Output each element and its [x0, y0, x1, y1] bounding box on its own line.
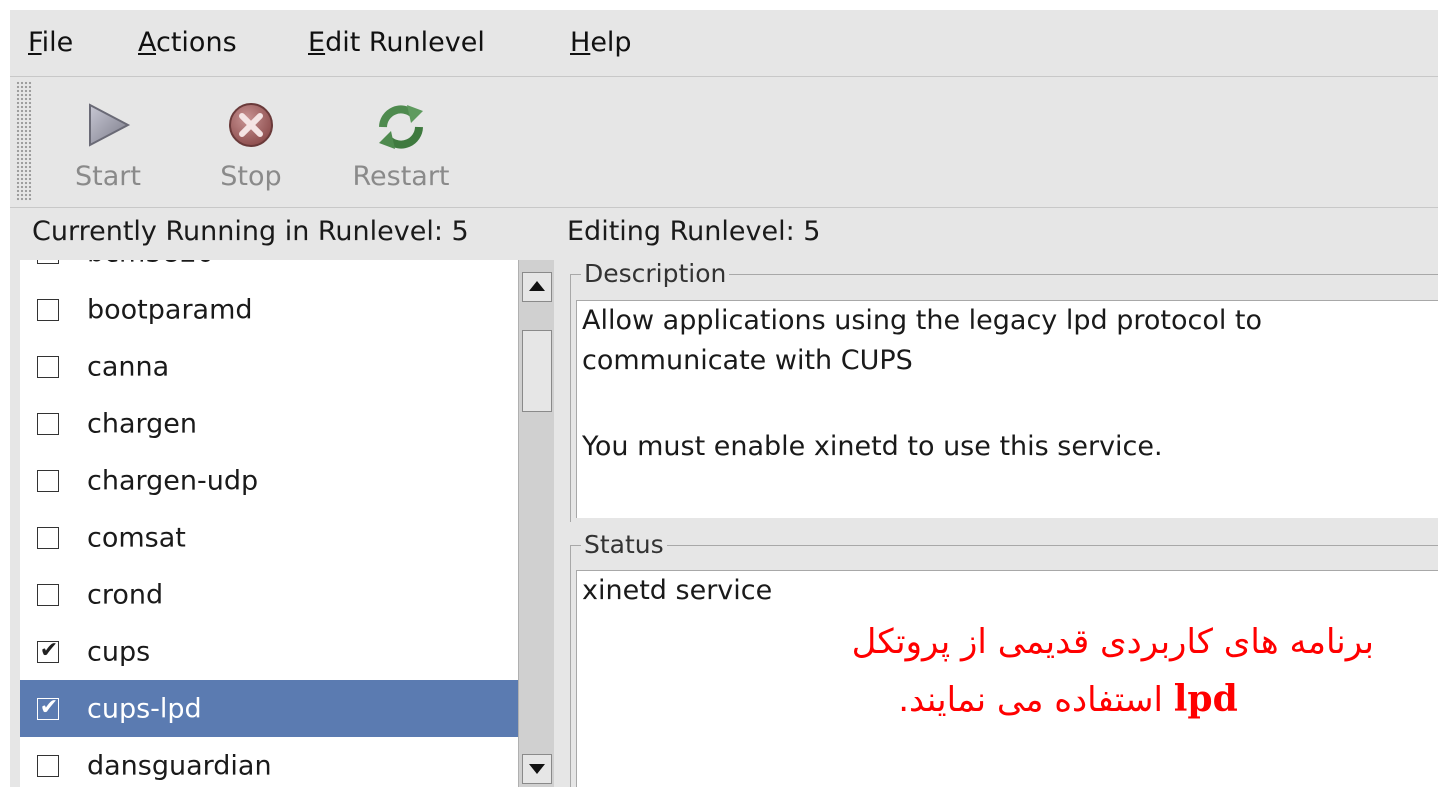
menu-help[interactable]: Help — [570, 26, 632, 60]
checkmark-icon: ✔ — [39, 694, 59, 720]
service-checkbox[interactable] — [37, 260, 59, 264]
scroll-up-button[interactable] — [522, 272, 552, 302]
restart-button[interactable]: Restart — [336, 87, 466, 199]
service-checkbox[interactable] — [37, 583, 59, 606]
service-list[interactable]: bcm5820 bootparamd canna chargen chargen… — [20, 260, 518, 787]
menu-actions[interactable]: Actions — [138, 26, 237, 60]
annotation-line-1: برنامه های کاربردی قدیمی از پروتکل — [851, 622, 1374, 662]
annotation-line-2: lpd استفاده می نمایند. — [762, 678, 1374, 720]
service-row[interactable]: bootparamd — [20, 281, 518, 338]
restart-label: Restart — [352, 161, 450, 192]
service-row[interactable]: canna — [20, 338, 518, 395]
service-row[interactable]: chargen-udp — [20, 452, 518, 509]
stop-icon — [229, 103, 273, 147]
service-name: canna — [87, 351, 170, 382]
service-name: cups-lpd — [87, 693, 202, 724]
menu-file[interactable]: File — [28, 26, 73, 60]
service-row[interactable]: crond — [20, 566, 518, 623]
annotation-lpd: lpd — [1173, 678, 1238, 720]
scroll-thumb[interactable] — [522, 330, 552, 412]
service-name: bcm5820 — [87, 260, 214, 268]
service-list-scrollbar[interactable] — [518, 260, 554, 787]
toolbar: Start Stop Restart — [10, 77, 1438, 208]
arrow-down-icon — [529, 764, 545, 774]
stop-label: Stop — [220, 161, 282, 192]
service-checkbox[interactable]: ✔ — [37, 694, 59, 720]
service-name: comsat — [87, 522, 186, 553]
start-label: Start — [75, 161, 141, 192]
service-name: cups — [87, 636, 151, 667]
status-title: Status — [581, 529, 667, 561]
menu-edit-runlevel[interactable]: Edit Runlevel — [308, 26, 485, 60]
restart-icon — [379, 105, 423, 149]
description-line: communicate with CUPS — [582, 345, 913, 376]
service-checkbox[interactable] — [37, 754, 59, 777]
service-row[interactable]: ✔ cups — [20, 623, 518, 680]
current-runlevel-text: Currently Running in Runlevel: 5 — [32, 216, 469, 247]
service-name: crond — [87, 579, 164, 610]
service-checkbox[interactable]: ✔ — [37, 637, 59, 663]
description-text: Allow applications using the legacy lpd … — [576, 300, 1438, 518]
status-text: xinetd service — [582, 575, 773, 606]
service-row[interactable]: comsat — [20, 509, 518, 566]
service-checkbox[interactable] — [37, 355, 59, 378]
service-name: chargen-udp — [87, 465, 259, 496]
service-name: chargen — [87, 408, 197, 439]
toolbar-grip-handle[interactable] — [16, 81, 32, 201]
service-name: bootparamd — [87, 294, 253, 325]
service-row[interactable]: dansguardian — [20, 737, 518, 787]
description-line: Allow applications using the legacy lpd … — [582, 305, 1263, 336]
service-checkbox[interactable] — [37, 469, 59, 492]
checkmark-icon: ✔ — [39, 637, 59, 663]
service-row[interactable]: chargen — [20, 395, 518, 452]
service-row[interactable]: ✔ cups-lpd — [20, 680, 518, 737]
arrow-up-icon — [529, 281, 545, 291]
description-line: You must enable xinetd to use this servi… — [582, 431, 1163, 462]
stop-button[interactable]: Stop — [206, 87, 296, 199]
service-checkbox[interactable] — [37, 526, 59, 549]
service-row[interactable]: bcm5820 — [20, 260, 518, 281]
service-checkbox[interactable] — [37, 298, 59, 321]
runlevel-status-bar: Currently Running in Runlevel: 5 Editing… — [10, 208, 1438, 256]
service-name: dansguardian — [87, 750, 272, 781]
description-title: Description — [581, 258, 730, 290]
scroll-down-button[interactable] — [522, 754, 552, 784]
start-button[interactable]: Start — [60, 87, 156, 199]
annotation-text: استفاده می نمایند. — [898, 680, 1174, 720]
editing-runlevel-text: Editing Runlevel: 5 — [567, 216, 821, 247]
menubar: File Actions Edit Runlevel Help — [10, 10, 1438, 77]
service-config-window: File Actions Edit Runlevel Help Start St… — [10, 10, 1438, 787]
play-icon — [89, 103, 131, 147]
service-checkbox[interactable] — [37, 412, 59, 435]
